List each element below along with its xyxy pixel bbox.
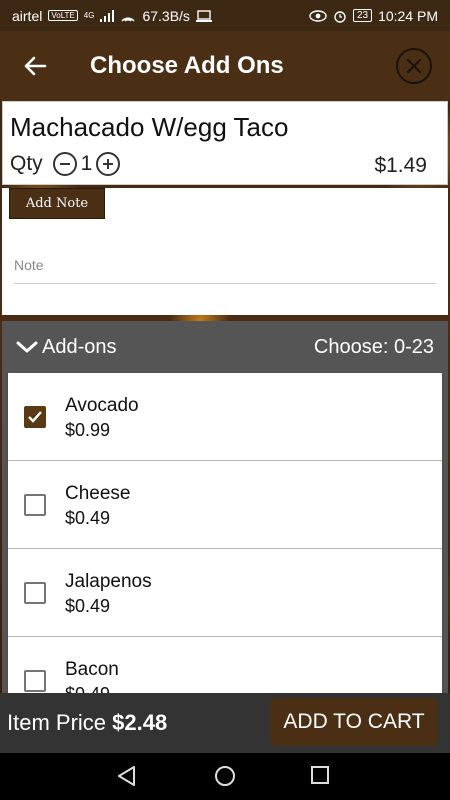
item-name: Machacado W/egg Taco	[10, 112, 289, 142]
check-icon	[28, 411, 42, 423]
decrease-qty-button[interactable]	[52, 152, 77, 176]
qty-value: 1	[80, 152, 93, 175]
battery-icon: 23	[352, 9, 373, 22]
volte-badge: VoLTE	[48, 10, 78, 21]
addon-name: Avocado	[65, 395, 139, 416]
carrier-label: airtel	[12, 7, 43, 24]
close-icon	[406, 58, 422, 74]
hotspot-icon	[121, 16, 136, 22]
arrow-left-icon	[24, 56, 47, 76]
add-note-button[interactable]: Add Note	[9, 188, 105, 219]
plus-icon	[103, 159, 114, 169]
addons-header[interactable]: Add-ons Choose: 0-23	[2, 321, 448, 373]
addon-price: $0.49	[65, 508, 111, 528]
addons-title: Add-ons	[42, 335, 117, 358]
checkbox-avocado[interactable]	[24, 406, 46, 428]
signal-icon	[100, 9, 115, 22]
increase-qty-button[interactable]	[96, 152, 121, 176]
laptop-icon	[195, 9, 212, 22]
network-type-label: 4G	[83, 11, 95, 20]
addon-name: Cheese	[65, 483, 131, 504]
chevron-down-icon	[16, 340, 38, 354]
system-nav-bar	[0, 753, 450, 800]
addon-price: $0.49	[65, 684, 110, 693]
list-item[interactable]: Bacon $0.49	[8, 637, 442, 693]
list-item[interactable]: Avocado $0.99	[8, 373, 442, 461]
network-speed: 67.3B/s	[142, 7, 190, 24]
addon-name: Bacon	[65, 659, 119, 680]
page-title: Choose Add Ons	[90, 52, 284, 79]
add-to-cart-button[interactable]: ADD TO CART	[270, 698, 438, 746]
choose-range: Choose: 0-23	[313, 335, 434, 358]
item-price-label: Item Price	[7, 710, 107, 735]
note-card: Add Note	[2, 188, 448, 315]
addons-panel: Add-ons Choose: 0-23 Avocado $0.99 Chees…	[2, 321, 448, 693]
quantity-stepper: Qty 1	[10, 152, 124, 176]
checkbox-jalapenos[interactable]	[24, 582, 46, 604]
addon-price: $0.49	[65, 596, 111, 616]
eye-icon	[309, 9, 327, 22]
close-button[interactable]	[396, 48, 432, 84]
alarm-icon	[334, 10, 346, 23]
addons-list: Avocado $0.99 Cheese $0.49 Jalapenos $0.…	[8, 373, 442, 693]
nav-recents-icon[interactable]	[310, 765, 330, 790]
checkbox-bacon[interactable]	[24, 670, 46, 692]
minus-icon	[59, 163, 70, 165]
addon-price: $0.99	[65, 420, 111, 440]
app-header: Choose Add Ons	[0, 31, 450, 101]
qty-label: Qty	[10, 152, 43, 175]
nav-back-icon[interactable]	[116, 765, 138, 792]
clock: 10:24 PM	[378, 7, 438, 24]
status-bar: airtel VoLTE 4G 67.3B/s 23 10:24 PM	[0, 0, 450, 31]
addon-name: Jalapenos	[65, 571, 152, 592]
note-input[interactable]	[14, 246, 436, 284]
checkbox-cheese[interactable]	[24, 494, 46, 516]
item-base-price: $1.49	[374, 154, 427, 177]
nav-home-icon[interactable]	[214, 765, 236, 792]
item-card: Machacado W/egg Taco Qty 1 $1.49	[2, 101, 448, 185]
list-item[interactable]: Cheese $0.49	[8, 461, 442, 549]
item-price-value: $2.48	[112, 710, 168, 735]
back-button[interactable]	[0, 31, 70, 101]
list-item[interactable]: Jalapenos $0.49	[8, 549, 442, 637]
footer-bar: Item Price $2.48 ADD TO CART	[0, 693, 450, 753]
item-price-total: Item Price $2.48	[7, 710, 167, 736]
